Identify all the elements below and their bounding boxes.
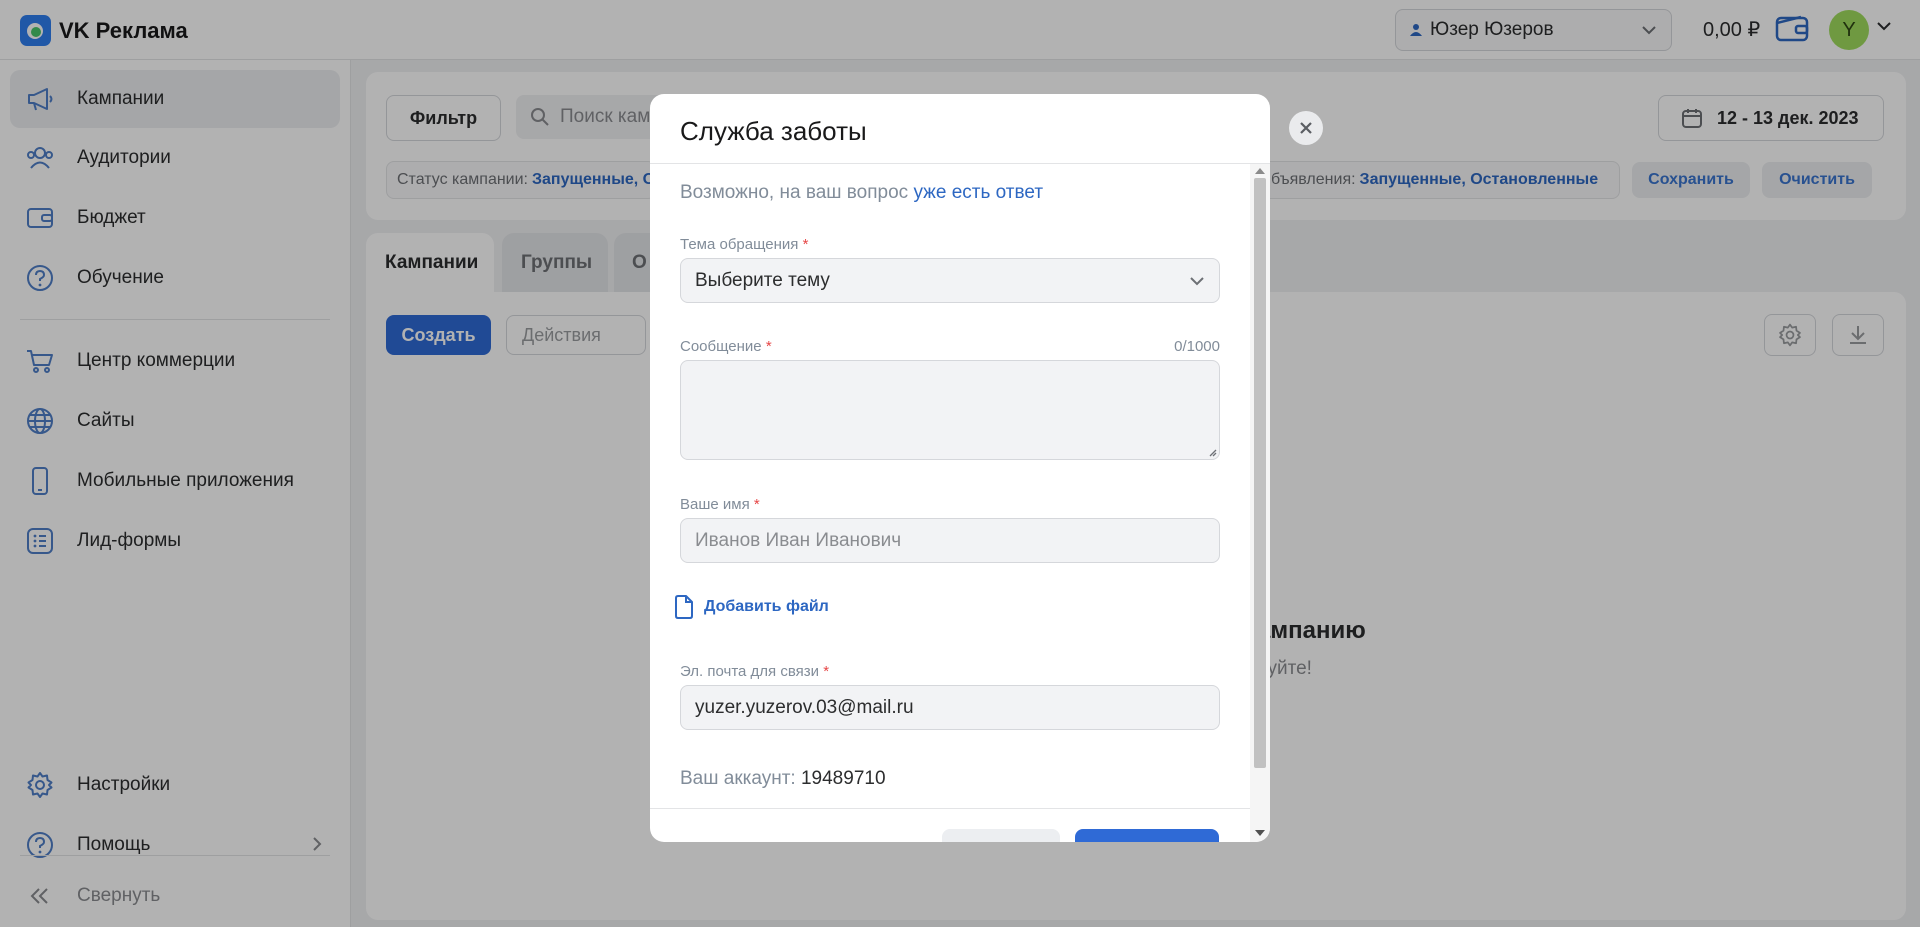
chevron-down-icon — [1190, 276, 1204, 285]
support-modal: Служба заботы Возможно, на ваш вопрос уж… — [650, 94, 1270, 842]
name-input-placeholder: Иванов Иван Иванович — [695, 529, 902, 551]
email-field-value: yuzer.yuzerov.03@mail.ru — [695, 696, 914, 718]
scrollbar-thumb[interactable] — [1254, 178, 1266, 768]
modal-scrollbar[interactable] — [1250, 164, 1270, 842]
modal-header: Служба заботы — [650, 94, 1270, 164]
required-mark: * — [802, 236, 809, 253]
message-textarea[interactable] — [680, 360, 1220, 460]
email-field[interactable]: yuzer.yuzerov.03@mail.ru — [680, 685, 1220, 730]
add-file-button[interactable]: Добавить файл — [674, 594, 829, 620]
topic-label: Тема обращения * — [680, 236, 809, 253]
required-mark: * — [753, 496, 760, 513]
resize-grip-icon[interactable] — [1207, 447, 1217, 457]
name-input[interactable]: Иванов Иван Иванович — [680, 518, 1220, 563]
modal-footer — [650, 808, 1250, 842]
scroll-down-arrow-icon[interactable] — [1255, 830, 1265, 836]
required-mark: * — [823, 663, 830, 680]
scroll-up-arrow-icon[interactable] — [1255, 168, 1265, 174]
account-id-label: Ваш аккаунт: — [680, 768, 796, 789]
add-file-label: Добавить файл — [704, 598, 829, 615]
cancel-button[interactable] — [942, 829, 1060, 842]
modal-title: Служба заботы — [680, 116, 867, 146]
submit-button[interactable] — [1075, 829, 1219, 842]
modal-close-button[interactable] — [1289, 111, 1323, 145]
faq-hint: Возможно, на ваш вопрос уже есть ответ — [680, 182, 1043, 204]
name-label: Ваше имя * — [680, 496, 760, 513]
topic-select-value: Выберите тему — [695, 269, 830, 291]
faq-hint-text: Возможно, на ваш вопрос — [680, 182, 914, 203]
topic-select[interactable]: Выберите тему — [680, 258, 1220, 303]
message-label: Сообщение * — [680, 338, 772, 355]
file-icon — [675, 595, 693, 619]
modal-body: Возможно, на ваш вопрос уже есть ответ Т… — [650, 164, 1250, 802]
faq-link[interactable]: уже есть ответ — [913, 182, 1043, 203]
required-mark: * — [765, 338, 772, 355]
account-id-line: Ваш аккаунт: 19489710 — [680, 768, 886, 790]
message-counter: 0/1000 — [1174, 338, 1220, 355]
close-icon — [1300, 122, 1312, 134]
account-id-value: 19489710 — [800, 768, 886, 789]
email-label: Эл. почта для связи * — [680, 663, 830, 680]
